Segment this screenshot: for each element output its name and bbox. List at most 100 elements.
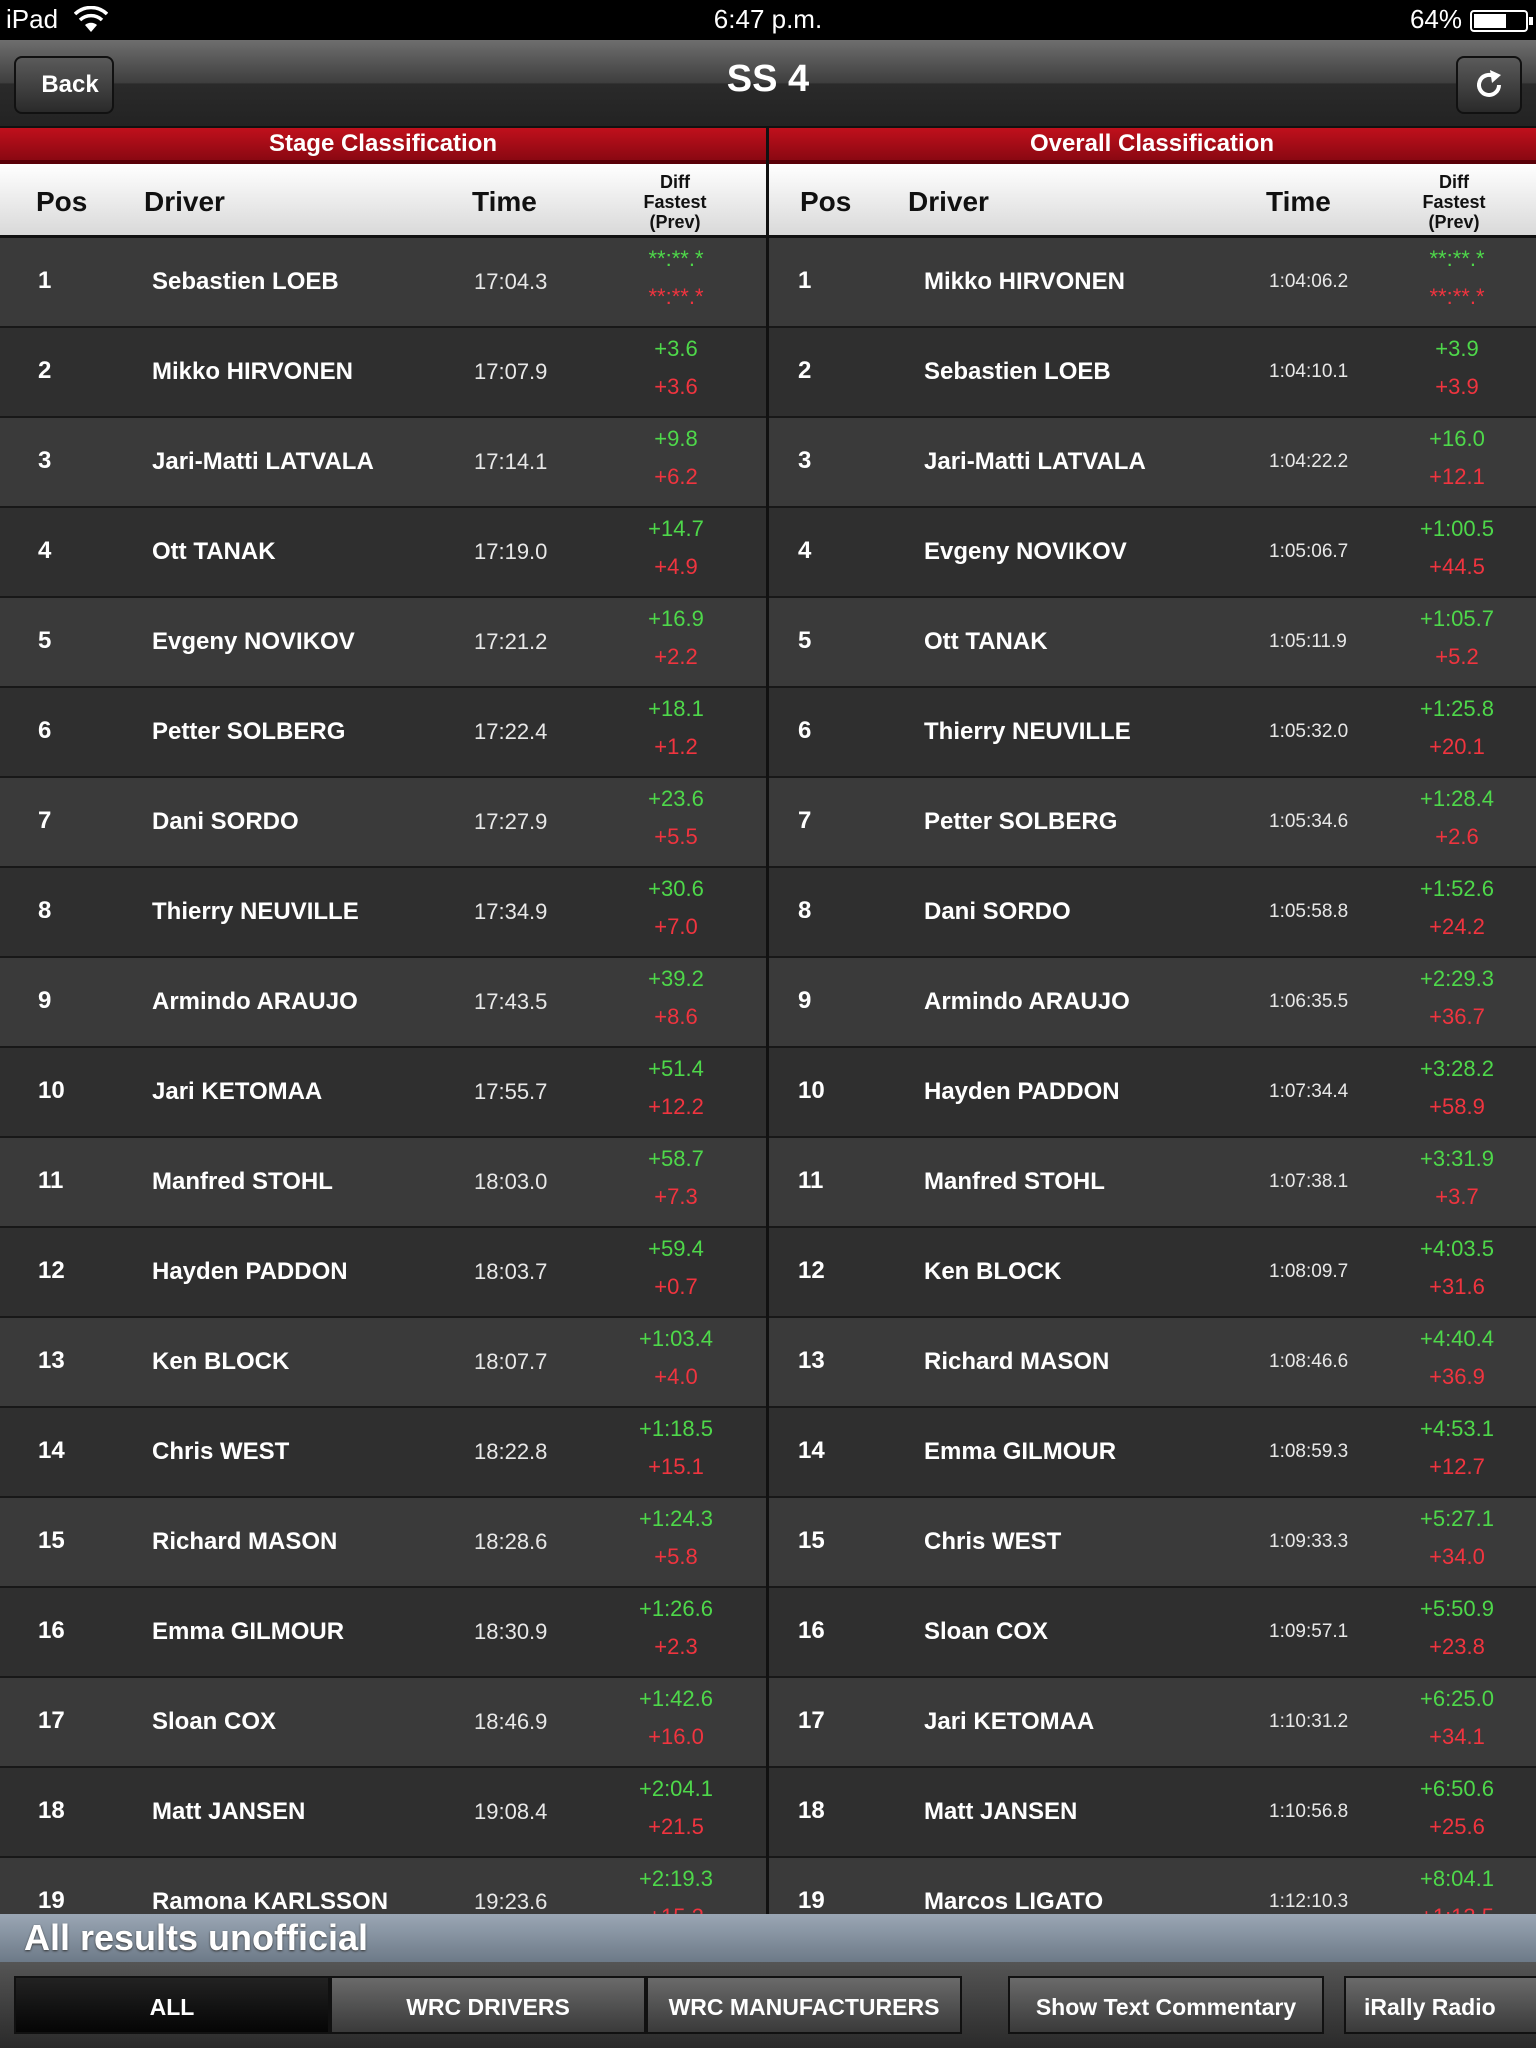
tab-all[interactable]: ALL (14, 1976, 330, 2034)
table-row[interactable]: 4 Evgeny NOVIKOV 1:05:06.7 +1:00.5 +44.5 (769, 508, 1536, 598)
table-row[interactable]: 6 Thierry NEUVILLE 1:05:32.0 +1:25.8 +20.1 (769, 688, 1536, 778)
diff-previous: +34.1 (1429, 1724, 1485, 1749)
time-cell: 1:09:57.1 (1269, 1621, 1349, 1642)
time-column-label: Time (1266, 186, 1331, 217)
table-row[interactable]: 7 Petter SOLBERG 1:05:34.6 +1:28.4 +2.6 (769, 778, 1536, 868)
diff-fastest: +1:25.8 (1419, 696, 1494, 721)
table-row[interactable]: 17 Sloan COX 18:46.9 +1:42.6 +16.0 (0, 1678, 766, 1768)
irally-radio-button[interactable]: iRally Radio (1344, 1976, 1536, 2034)
tab-wrc-drivers[interactable]: WRC DRIVERS (330, 1976, 646, 2034)
pos-cell: 17 (38, 1707, 65, 1734)
table-row[interactable]: 19 Marcos LIGATO 1:12:10.3 +8:04.1 +1:13.5 (769, 1858, 1536, 1914)
time-cell: 1:05:32.0 (1269, 721, 1349, 742)
stage-results-table[interactable]: 1 Sebastien LOEB 17:04.3 **:**.* **:**.* 2 Mik… (0, 238, 766, 1914)
stage-column-header: Pos Driver Time Diff Fastest (Prev) (0, 164, 766, 238)
overall-results-table[interactable]: 1 Mikko HIRVONEN 1:04:06.2 **:**.* **:**.* 2 S… (769, 238, 1536, 1914)
driver-name: Ott TANAK (152, 538, 276, 565)
table-row[interactable]: 1 Sebastien LOEB 17:04.3 **:**.* **:**.* (0, 238, 766, 328)
table-row[interactable]: 3 Jari-Matti LATVALA 17:14.1 +9.8 +6.2 (0, 418, 766, 508)
diff-previous: +36.9 (1429, 1364, 1485, 1389)
table-row[interactable]: 13 Ken BLOCK 18:07.7 +1:03.4 +4.0 (0, 1318, 766, 1408)
table-row[interactable]: 5 Evgeny NOVIKOV 17:21.2 +16.9 +2.2 (0, 598, 766, 688)
diff-fastest: +1:26.6 (638, 1596, 713, 1621)
time-cell: 17:14.1 (474, 449, 548, 474)
diff-previous: +1:13.5 (1397, 1904, 1517, 1914)
driver-name: Manfred STOHL (152, 1168, 333, 1195)
unofficial-notice: All results unofficial (0, 1914, 1536, 1962)
table-row[interactable]: 18 Matt JANSEN 19:08.4 +2:04.1 +21.5 (0, 1768, 766, 1858)
table-row[interactable]: 12 Ken BLOCK 1:08:09.7 +4:03.5 +31.6 (769, 1228, 1536, 1318)
table-row[interactable]: 8 Thierry NEUVILLE 17:34.9 +30.6 +7.0 (0, 868, 766, 958)
table-row[interactable]: 19 Ramona KARLSSON 19:23.6 +2:19.3 +15.2 (0, 1858, 766, 1914)
bottom-tab-bar: ALL WRC DRIVERS WRC MANUFACTURERS Show T… (0, 1962, 1536, 2048)
table-row[interactable]: 11 Manfred STOHL 1:07:38.1 +3:31.9 +3.7 (769, 1138, 1536, 1228)
tab-wrc-manufacturers[interactable]: WRC MANUFACTURERS (646, 1976, 962, 2034)
time-cell: 1:07:38.1 (1269, 1171, 1349, 1192)
pos-column-label: Pos (36, 186, 88, 217)
diff-fastest: +16.9 (648, 606, 704, 631)
pos-cell: 11 (38, 1167, 64, 1194)
show-text-commentary-button[interactable]: Show Text Commentary (1008, 1976, 1324, 2034)
time-cell: 17:34.9 (474, 899, 548, 924)
table-row[interactable]: 2 Sebastien LOEB 1:04:10.1 +3.9 +3.9 (769, 328, 1536, 418)
time-cell: 17:21.2 (474, 629, 548, 654)
table-row[interactable]: 15 Richard MASON 18:28.6 +1:24.3 +5.8 (0, 1498, 766, 1588)
driver-name: Sloan COX (152, 1708, 277, 1735)
table-row[interactable]: 7 Dani SORDO 17:27.9 +23.6 +5.5 (0, 778, 766, 868)
diff-fastest: +1:03.4 (638, 1326, 713, 1351)
table-row[interactable]: 3 Jari-Matti LATVALA 1:04:22.2 +16.0 +12.1 (769, 418, 1536, 508)
table-row[interactable]: 14 Emma GILMOUR 1:08:59.3 +4:53.1 +12.7 (769, 1408, 1536, 1498)
diff-previous: +34.0 (1429, 1544, 1485, 1569)
refresh-button[interactable] (1456, 56, 1522, 114)
diff-previous: +5.5 (654, 824, 698, 849)
pos-cell: 6 (38, 717, 52, 744)
pos-cell: 8 (798, 897, 812, 924)
table-row[interactable]: 16 Emma GILMOUR 18:30.9 +1:26.6 +2.3 (0, 1588, 766, 1678)
diff-fastest: +1:42.6 (638, 1686, 713, 1711)
diff-previous: +2.2 (654, 644, 698, 669)
table-row[interactable]: 16 Sloan COX 1:09:57.1 +5:50.9 +23.8 (769, 1588, 1536, 1678)
diff-fastest: +5:27.1 (1419, 1506, 1494, 1531)
table-row[interactable]: 9 Armindo ARAUJO 17:43.5 +39.2 +8.6 (0, 958, 766, 1048)
diff-previous: +58.9 (1429, 1094, 1485, 1119)
time-cell: 1:08:46.6 (1269, 1351, 1349, 1372)
table-row[interactable]: 6 Petter SOLBERG 17:22.4 +18.1 +1.2 (0, 688, 766, 778)
table-row[interactable]: 5 Ott TANAK 1:05:11.9 +1:05.7 +5.2 (769, 598, 1536, 688)
table-row[interactable]: 18 Matt JANSEN 1:10:56.8 +6:50.6 +25.6 (769, 1768, 1536, 1858)
time-cell: 1:06:35.5 (1269, 991, 1349, 1012)
status-clock: 6:47 p.m. (713, 4, 823, 34)
time-cell: 1:07:34.4 (1269, 1081, 1349, 1102)
battery-percent: 64% (1409, 4, 1462, 34)
driver-name: Chris WEST (152, 1438, 290, 1465)
table-row[interactable]: 8 Dani SORDO 1:05:58.8 +1:52.6 +24.2 (769, 868, 1536, 958)
time-cell: 1:05:06.7 (1269, 541, 1349, 562)
diff-previous: **:**.* (648, 284, 704, 309)
table-row[interactable]: 4 Ott TANAK 17:19.0 +14.7 +4.9 (0, 508, 766, 598)
pos-cell: 4 (798, 537, 812, 564)
table-row[interactable]: 17 Jari KETOMAA 1:10:31.2 +6:25.0 +34.1 (769, 1678, 1536, 1768)
diff-fastest: +2:04.1 (638, 1776, 713, 1801)
table-row[interactable]: 13 Richard MASON 1:08:46.6 +4:40.4 +36.9 (769, 1318, 1536, 1408)
table-row[interactable]: 12 Hayden PADDON 18:03.7 +59.4 +0.7 (0, 1228, 766, 1318)
table-row[interactable]: 11 Manfred STOHL 18:03.0 +58.7 +7.3 (0, 1138, 766, 1228)
table-row[interactable]: 2 Mikko HIRVONEN 17:07.9 +3.6 +3.6 (0, 328, 766, 418)
table-row[interactable]: 14 Chris WEST 18:22.8 +1:18.5 +15.1 (0, 1408, 766, 1498)
diff-fastest: +3.9 (1435, 336, 1479, 361)
driver-column-label: Driver (908, 186, 989, 217)
table-row[interactable]: 1 Mikko HIRVONEN 1:04:06.2 **:**.* **:**.* (769, 238, 1536, 328)
pos-cell: 8 (38, 897, 52, 924)
table-row[interactable]: 10 Hayden PADDON 1:07:34.4 +3:28.2 +58.9 (769, 1048, 1536, 1138)
table-row[interactable]: 10 Jari KETOMAA 17:55.7 +51.4 +12.2 (0, 1048, 766, 1138)
driver-name: Sebastien LOEB (924, 358, 1111, 385)
diff-fastest: **:**.* (648, 246, 704, 271)
pos-cell: 19 (798, 1887, 825, 1914)
pos-cell: 4 (38, 537, 52, 564)
diff-fastest: +16.0 (1429, 426, 1485, 451)
table-row[interactable]: 9 Armindo ARAUJO 1:06:35.5 +2:29.3 +36.7 (769, 958, 1536, 1048)
diff-previous: +3.9 (1435, 374, 1479, 399)
pos-cell: 2 (798, 357, 812, 384)
diff-fastest: +4:03.5 (1419, 1236, 1494, 1261)
pos-cell: 14 (798, 1437, 825, 1464)
table-row[interactable]: 15 Chris WEST 1:09:33.3 +5:27.1 +34.0 (769, 1498, 1536, 1588)
driver-name: Armindo ARAUJO (152, 988, 358, 1015)
